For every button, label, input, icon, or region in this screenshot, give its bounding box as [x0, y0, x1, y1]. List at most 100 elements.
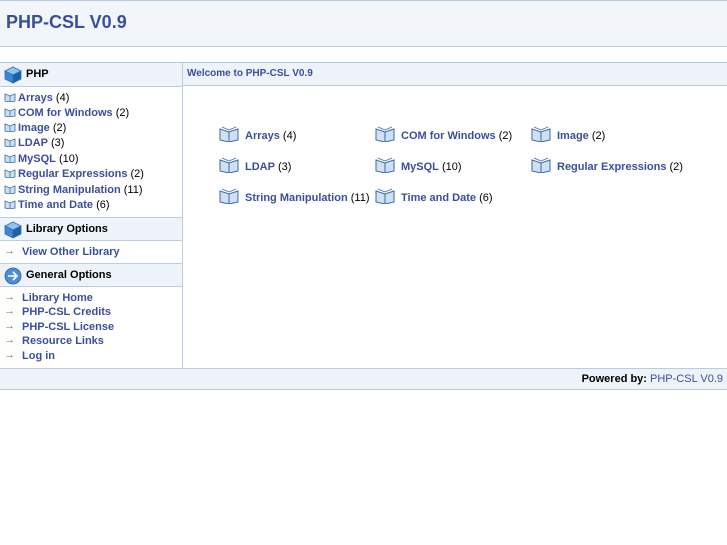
link-label[interactable]: View Other Library [22, 246, 120, 258]
grid-item-label[interactable]: Arrays [245, 130, 280, 142]
link-php-csl-credits[interactable]: PHP-CSL Credits [22, 306, 111, 318]
grid-item-label[interactable]: String Manipulation [245, 192, 348, 204]
grid-item-label[interactable]: Time and Date [401, 192, 476, 204]
book-icon [4, 123, 16, 132]
cube-icon [4, 66, 22, 84]
sidebar-item-count: (10) [58, 153, 79, 165]
book-icon [375, 126, 395, 142]
globe-icon [4, 267, 22, 285]
link-php-csl-license[interactable]: PHP-CSL License [22, 321, 114, 333]
arrow-right-icon: → [4, 245, 15, 257]
sidebar-item-label[interactable]: LDAP [18, 137, 48, 149]
sidebar-item-label[interactable]: Time and Date [18, 199, 93, 211]
grid-item-label[interactable]: Regular Expressions [557, 161, 666, 173]
grid-item-arrays[interactable]: Arrays (4) [219, 126, 296, 142]
book-icon [4, 93, 16, 102]
link-label[interactable]: Log in [22, 350, 55, 362]
grid-item-string-manipulation[interactable]: String Manipulation (11) [219, 188, 369, 204]
link-log-in[interactable]: Log in [22, 350, 55, 362]
grid-item-count: (10) [441, 161, 462, 173]
footer-text: Powered by: PHP-CSL V0.9 [582, 373, 723, 385]
link-label[interactable]: PHP-CSL License [22, 321, 114, 333]
grid-item-count: (4) [282, 130, 297, 142]
sidebar-item-image[interactable]: Image (2) [4, 122, 66, 134]
main-heading: Welcome to PHP-CSL V0.9 [187, 68, 313, 79]
php-section-header: PHP [0, 63, 182, 87]
grid-item-label[interactable]: COM for Windows [401, 130, 496, 142]
sidebar-item-label[interactable]: MySQL [18, 153, 56, 165]
book-icon [4, 154, 16, 163]
grid-item-count: (6) [479, 192, 493, 204]
sidebar-item-arrays[interactable]: Arrays (4) [4, 92, 69, 104]
sidebar: PHP Arrays (4) COM for Windows (2) Image… [0, 63, 183, 369]
sidebar-item-mysql[interactable]: MySQL (10) [4, 153, 79, 165]
sidebar-item-com-for-windows[interactable]: COM for Windows (2) [4, 107, 129, 119]
book-icon [219, 157, 239, 173]
library-options-header: Library Options [0, 217, 182, 241]
sidebar-item-label[interactable]: COM for Windows [18, 107, 113, 119]
arrow-right-icon: → [4, 349, 15, 361]
grid-item-com-for-windows[interactable]: COM for Windows (2) [375, 126, 512, 142]
arrow-right-icon: → [4, 291, 15, 303]
arrow-right-icon: → [4, 305, 15, 317]
grid-item-ldap[interactable]: LDAP (3) [219, 157, 291, 173]
book-icon [4, 108, 16, 117]
sidebar-item-time-and-date[interactable]: Time and Date (6) [4, 199, 110, 211]
main-header: Welcome to PHP-CSL V0.9 [183, 63, 727, 86]
sidebar-item-count: (4) [55, 92, 70, 104]
sidebar-item-label[interactable]: Arrays [18, 92, 53, 104]
sidebar-item-regular-expressions[interactable]: Regular Expressions (2) [4, 168, 144, 180]
sidebar-item-count: (11) [123, 184, 143, 196]
grid-item-count: (2) [591, 130, 606, 142]
book-icon [4, 200, 16, 209]
book-icon [375, 157, 395, 173]
sidebar-item-count: (2) [130, 168, 144, 180]
book-icon [4, 185, 16, 194]
book-icon [531, 126, 551, 142]
sidebar-item-string-manipulation[interactable]: String Manipulation (11) [4, 184, 142, 196]
sidebar-item-ldap[interactable]: LDAP (3) [4, 137, 64, 149]
grid-item-label[interactable]: Image [557, 130, 589, 142]
link-label[interactable]: Library Home [22, 292, 93, 304]
arrow-right-icon: → [4, 334, 15, 346]
link-library-home[interactable]: Library Home [22, 292, 93, 304]
grid-item-time-and-date[interactable]: Time and Date (6) [375, 188, 493, 204]
link-resource-links[interactable]: Resource Links [22, 335, 104, 347]
grid-item-regular-expressions[interactable]: Regular Expressions (2) [531, 157, 683, 173]
link-label[interactable]: PHP-CSL Credits [22, 306, 111, 318]
cube-icon [4, 221, 22, 239]
page-header: PHP-CSL V0.9 [0, 0, 727, 47]
book-icon [4, 138, 16, 147]
sidebar-item-count: (6) [96, 199, 110, 211]
library-options-label: Library Options [26, 223, 108, 235]
main-frame: PHP Arrays (4) COM for Windows (2) Image… [0, 62, 727, 369]
footer-prefix: Powered by: [581, 373, 647, 385]
grid-item-count: (3) [278, 161, 292, 173]
sidebar-item-count: (2) [115, 107, 130, 119]
grid-item-mysql[interactable]: MySQL (10) [375, 157, 462, 173]
sidebar-item-label[interactable]: Regular Expressions [18, 168, 127, 180]
book-icon [4, 169, 16, 178]
book-icon [375, 188, 395, 204]
grid-item-count: (11) [350, 192, 370, 204]
grid-item-count: (2) [498, 130, 513, 142]
arrow-right-icon: → [4, 320, 15, 332]
footer-link[interactable]: PHP-CSL V0.9 [650, 373, 723, 385]
link-label[interactable]: Resource Links [22, 335, 104, 347]
book-icon [219, 188, 239, 204]
general-options-header: General Options [0, 263, 182, 287]
page-title: PHP-CSL V0.9 [6, 12, 127, 32]
general-options-label: General Options [26, 269, 112, 281]
grid-item-label[interactable]: MySQL [401, 161, 439, 173]
page-footer: Powered by: PHP-CSL V0.9 [0, 368, 727, 390]
grid-item-count: (2) [669, 161, 683, 173]
sidebar-item-count: (3) [51, 137, 65, 149]
grid-item-label[interactable]: LDAP [245, 161, 275, 173]
php-section-label: PHP [26, 68, 49, 80]
grid-item-image[interactable]: Image (2) [531, 126, 605, 142]
link-view-other-library[interactable]: View Other Library [22, 246, 120, 258]
book-icon [531, 157, 551, 173]
book-icon [219, 126, 239, 142]
sidebar-item-label[interactable]: String Manipulation [18, 184, 121, 196]
sidebar-item-label[interactable]: Image [18, 122, 50, 134]
